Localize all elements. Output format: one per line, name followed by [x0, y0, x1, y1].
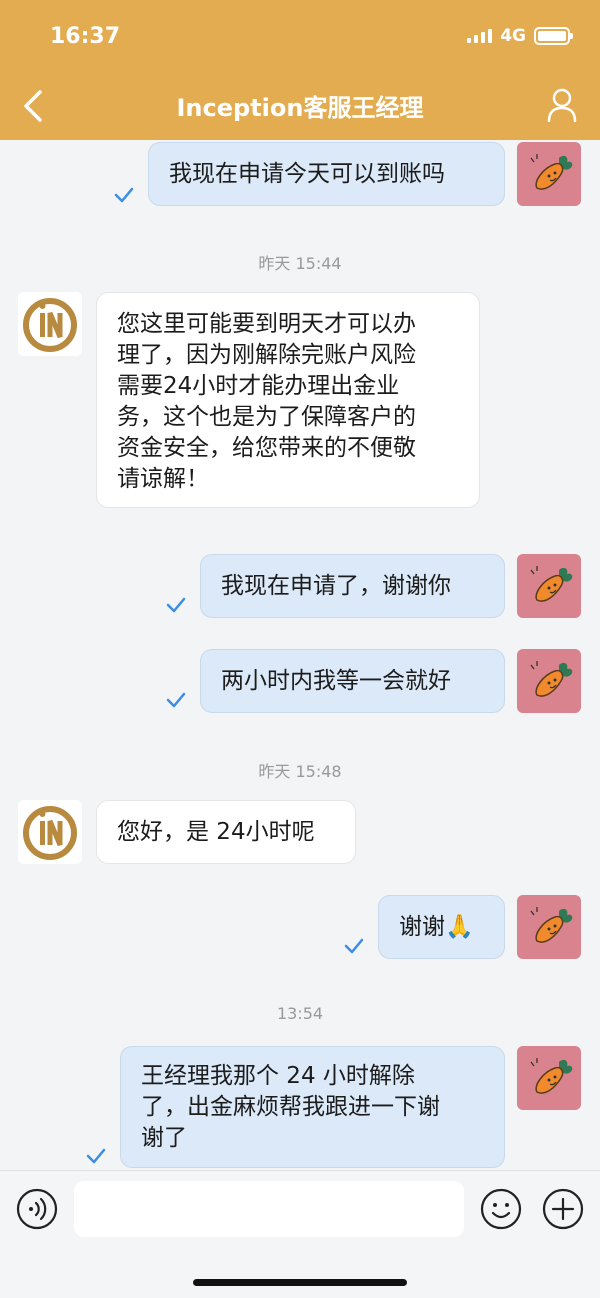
read-check-icon — [344, 938, 364, 954]
message-line: 两小时内我等一会就好 — [221, 668, 451, 694]
message-line: 谢了 — [141, 1125, 187, 1151]
inception-logo-icon — [23, 298, 77, 352]
message-bubble-outgoing[interactable]: 我现在申请了，谢谢你 — [200, 554, 505, 618]
message-line: 务，这个也是为了保障客户的 — [117, 404, 416, 430]
app-header: 16:37 4G Inception客服王经理 — [0, 0, 600, 140]
message-line: 理了，因为刚解除完账户风险 — [117, 342, 416, 368]
network-type: 4G — [500, 26, 526, 46]
composer-bar — [0, 1170, 600, 1298]
message-line: 您这里可能要到明天才可以办 — [117, 311, 416, 337]
carrot-icon — [530, 154, 573, 190]
message-line: 您好，是 24小时呢 — [117, 819, 315, 845]
carrot-icon — [530, 566, 573, 602]
timestamp: 昨天 15:44 — [258, 254, 342, 273]
message-line: 我现在申请了，谢谢你 — [221, 573, 451, 599]
timestamp: 13:54 — [276, 1004, 324, 1023]
carrot-icon — [530, 661, 573, 697]
read-check-icon — [166, 692, 186, 708]
inception-logo-icon — [23, 806, 77, 860]
signal-icon — [467, 29, 493, 43]
chat-title: Inception客服王经理 — [176, 94, 424, 122]
agent-avatar[interactable] — [18, 292, 82, 356]
message-line: 资金安全，给您带来的不便敬 — [117, 435, 416, 461]
read-check-icon — [114, 187, 134, 203]
home-indicator — [193, 1279, 407, 1286]
status-time: 16:37 — [50, 24, 121, 49]
message-bubble-incoming[interactable]: 您这里可能要到明天才可以办 理了，因为刚解除完账户风险 需要24小时才能办理出金… — [96, 292, 480, 508]
user-avatar[interactable] — [517, 142, 581, 206]
read-check-icon — [86, 1148, 106, 1164]
timestamp: 昨天 15:48 — [258, 762, 342, 781]
message-line: 需要24小时才能办理出金业 — [117, 373, 400, 399]
carrot-icon — [530, 1058, 573, 1094]
message-bubble-outgoing[interactable]: 两小时内我等一会就好 — [200, 649, 505, 713]
message-input[interactable] — [74, 1181, 464, 1237]
message-bubble-outgoing[interactable]: 王经理我那个 24 小时解除 了，出金麻烦帮我跟进一下谢 谢了 — [120, 1046, 505, 1168]
user-avatar[interactable] — [517, 1046, 581, 1110]
user-avatar[interactable] — [517, 895, 581, 959]
message-line: 我现在申请今天可以到账吗 — [169, 161, 445, 187]
message-bubble-outgoing[interactable]: 我现在申请今天可以到账吗 — [148, 142, 505, 206]
message-line: 谢谢🙏 — [399, 914, 474, 940]
agent-avatar[interactable] — [18, 800, 82, 864]
battery-icon — [534, 27, 573, 45]
message-line: 了，出金麻烦帮我跟进一下谢 — [141, 1094, 440, 1120]
user-avatar[interactable] — [517, 649, 581, 713]
message-bubble-outgoing[interactable]: 谢谢🙏 — [378, 895, 505, 959]
message-line: 请谅解！ — [117, 466, 209, 492]
user-avatar[interactable] — [517, 554, 581, 618]
message-list[interactable]: 我现在申请今天可以到账吗 昨天 15:44 您这里可能要到明天才可以办 理了，因… — [0, 140, 600, 1170]
message-line: 王经理我那个 24 小时解除 — [141, 1063, 415, 1089]
voice-icon[interactable] — [16, 1188, 58, 1230]
message-bubble-incoming[interactable]: 您好，是 24小时呢 — [96, 800, 356, 864]
plus-icon[interactable] — [542, 1188, 584, 1230]
read-check-icon — [166, 597, 186, 613]
profile-icon[interactable] — [546, 88, 578, 122]
carrot-icon — [530, 907, 573, 943]
smiley-icon[interactable] — [480, 1188, 522, 1230]
status-indicators: 4G — [467, 26, 573, 46]
